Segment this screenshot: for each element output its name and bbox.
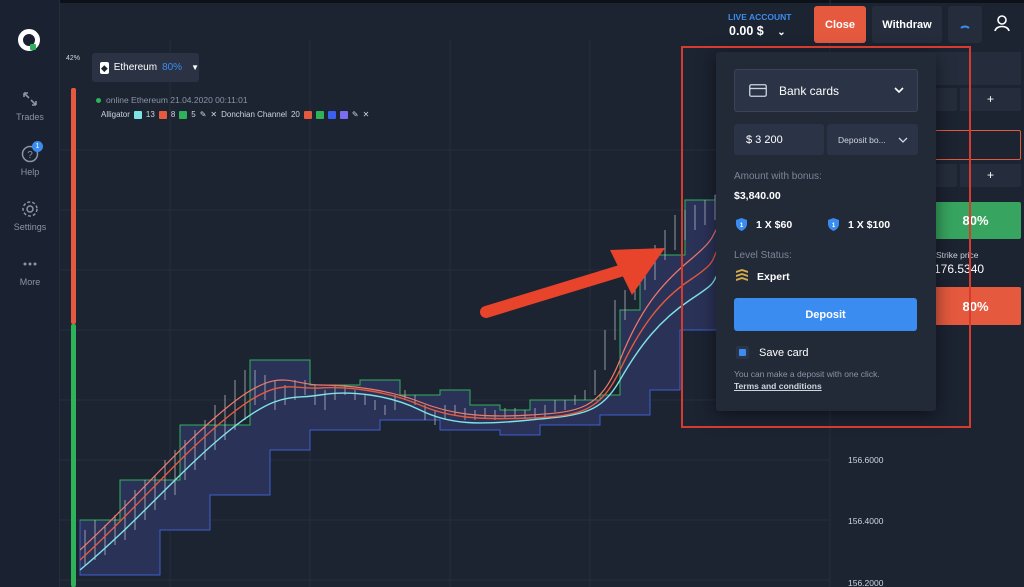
sidebar-item-help[interactable]: ? 1 Help [0,141,60,177]
credit-card-icon [749,84,767,97]
amount-with-bonus-label: Amount with bonus: [734,171,822,182]
price-label: 156.2000 [848,578,884,587]
bonus-select[interactable]: Deposit bo... [827,124,918,155]
promo-item: 1 1 X $100 [828,218,890,231]
chevron-down-icon [894,87,904,94]
donchian-swatch [327,110,336,119]
strike-value: 176.5340 [934,262,985,276]
chevron-down-icon: ⌄ [777,27,786,38]
shield-icon: 1 [828,218,839,231]
asset-name: Ethereum [113,62,158,73]
asset-selector[interactable]: ◆ Ethereum 80% ▼ [92,53,199,82]
expand-arrows-icon [23,92,37,106]
price-label: 156.6000 [848,455,884,465]
amount-with-bonus-value: $3,840.00 [734,190,781,202]
sidebar-item-settings[interactable]: Settings [0,200,60,232]
time-plus-button[interactable]: + [960,88,1021,111]
trading-app: Trades ? 1 Help Settings More 156.6000 1… [0,0,1024,587]
time-input[interactable] [930,52,1021,85]
alligator-value: 13 [145,110,155,119]
call-button[interactable]: 80% [930,202,1021,239]
put-button[interactable]: 80% [930,287,1021,325]
one-click-note: You can make a deposit with one click. [734,369,880,379]
deposit-popup: Bank cards $ 3 200 Deposit bo... Amount … [716,52,936,411]
promo-text: 1 X $60 [756,218,793,231]
save-card-option[interactable]: Save card [736,346,809,359]
save-card-checkbox[interactable] [736,346,749,359]
alligator-teeth-swatch [158,110,167,119]
alligator-jaw-swatch [133,110,142,119]
chevron-down-icon: ▼ [191,63,199,72]
indicator-list: Alligator 13 8 5 ✎ ✕ Donchian Channel 20… [101,110,369,119]
alligator-value: 5 [191,110,196,119]
user-icon[interactable] [994,14,1010,32]
account-type[interactable]: LIVE ACCOUNT [728,12,791,22]
payment-method-label: Bank cards [779,83,840,98]
donchian-swatch [339,110,348,119]
sidebar-item-more[interactable]: More [0,255,60,287]
buy-sentiment-bar [71,324,76,587]
bonus-select-label: Deposit bo... [838,134,886,145]
sidebar-item-trades[interactable]: Trades [0,90,60,122]
sentiment-percent: 42% [66,55,81,62]
loading-button[interactable] [948,6,982,43]
chart-status: online Ethereum 21.04.2020 00:11:01 [96,95,248,105]
sell-sentiment-bar [71,88,76,324]
sidebar: Trades ? 1 Help Settings More [0,0,60,587]
payment-method-select[interactable]: Bank cards [734,69,918,112]
donchian-value: 20 [290,110,300,119]
gear-icon [22,201,38,217]
pointer-arrow [480,248,665,318]
help-badge: 1 [32,141,43,152]
donchian-swatch [315,110,324,119]
price-label: 156.4000 [848,516,884,526]
account-balance[interactable]: 0.00 $ ⌄ [729,24,786,38]
online-dot-icon [96,98,101,104]
sidebar-item-label: Settings [13,222,47,232]
strike-label: Strike price [936,250,979,260]
balance-value: 0.00 $ [729,24,764,38]
level-status-label: Level Status: [734,250,792,261]
edit-icon[interactable]: ✎ [200,110,207,119]
indicator-alligator-label: Alligator [101,110,130,119]
spinner-icon [960,25,970,29]
terms-link[interactable]: Terms and conditions [734,381,822,391]
donchian-swatch [303,110,312,119]
promo-text: 1 X $100 [848,218,891,231]
app-logo[interactable] [18,29,40,51]
remove-icon[interactable]: ✕ [363,110,370,119]
more-dots-icon [23,262,37,266]
amount-plus-button[interactable]: + [960,164,1021,187]
edit-icon[interactable]: ✎ [352,110,359,119]
svg-text:?: ? [27,150,33,161]
remove-icon[interactable]: ✕ [210,110,217,119]
asset-payout: 80% [162,62,183,73]
deposit-amount-input[interactable]: $ 3 200 [734,124,824,155]
sidebar-item-label: Trades [16,112,44,122]
sidebar-item-label: More [19,277,41,287]
promo-item: 1 1 X $60 [736,218,792,231]
strike-box: Strike price 176.5340 [930,245,1021,283]
sidebar-item-label: Help [20,167,40,177]
close-button[interactable]: Close [814,6,866,43]
status-text: online Ethereum 21.04.2020 00:11:01 [106,95,248,105]
save-card-label: Save card [759,346,809,359]
rank-chevrons-icon [736,269,748,281]
amount-input[interactable] [930,130,1021,160]
shield-icon: 1 [736,218,747,231]
deposit-button[interactable]: Deposit [734,298,917,331]
indicator-donchian-label: Donchian Channel [221,110,287,119]
alligator-value: 8 [170,110,176,119]
ethereum-icon: ◆ [100,61,109,74]
chevron-down-icon [898,137,908,143]
level-status-value: Expert [757,270,790,283]
alligator-lips-swatch [179,110,188,119]
withdraw-button[interactable]: Withdraw [872,6,942,43]
level-status: Expert [736,269,790,284]
